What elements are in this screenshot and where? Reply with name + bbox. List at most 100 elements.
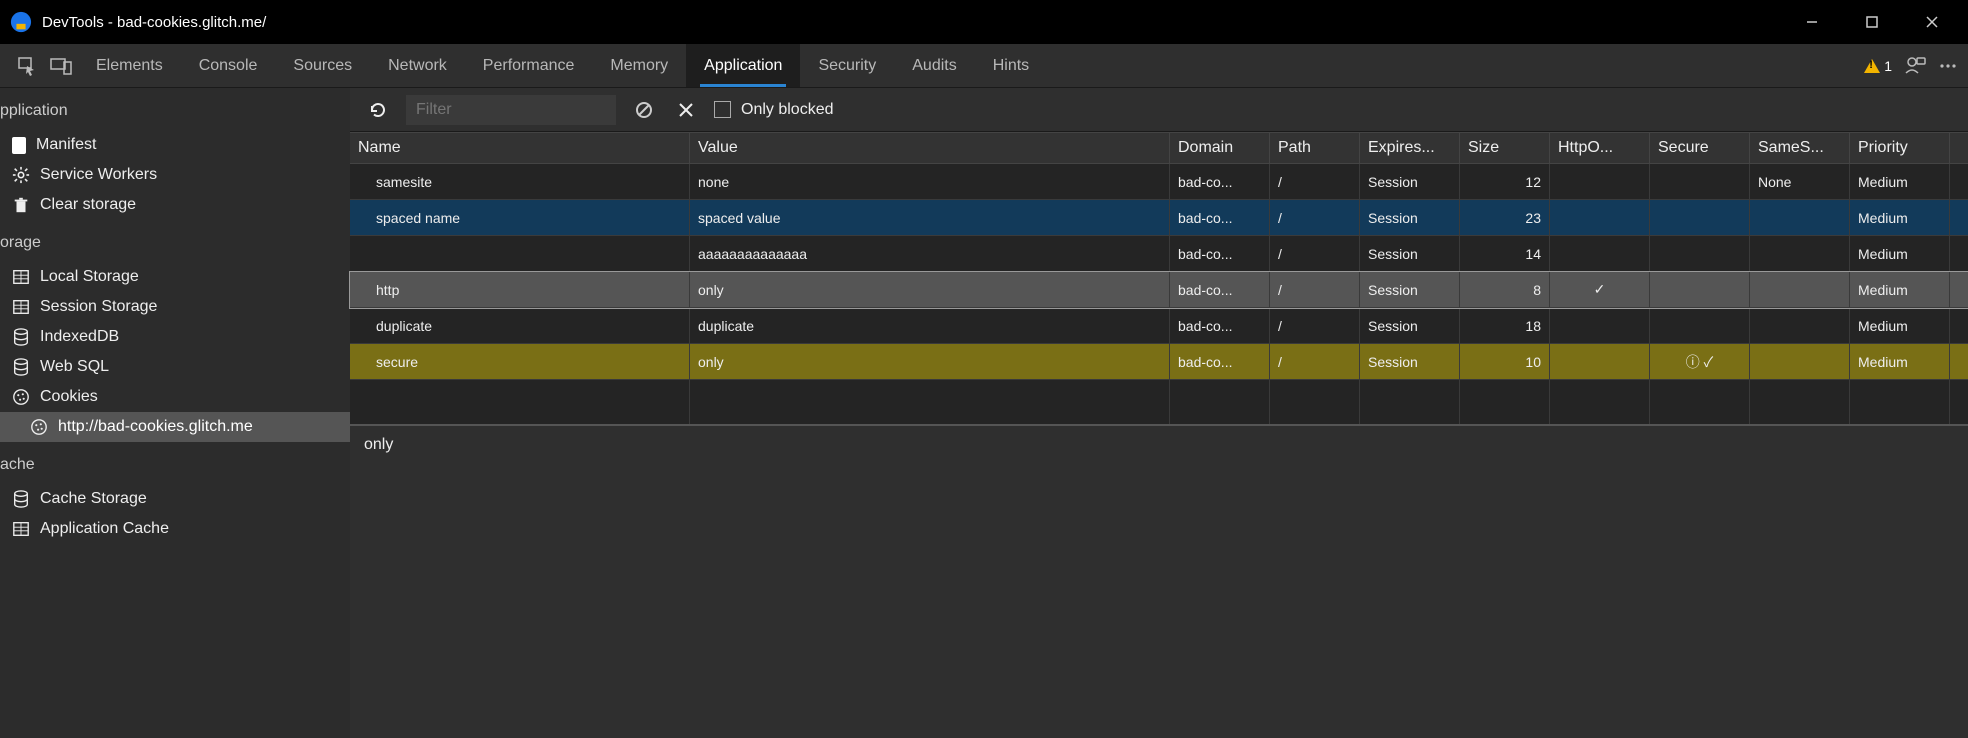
table-row[interactable]: duplicateduplicatebad-co.../Session18Med… bbox=[350, 308, 1968, 344]
cell-name: spaced name bbox=[350, 200, 690, 235]
cell-httponly bbox=[1550, 344, 1650, 379]
cell-size: 10 bbox=[1460, 344, 1550, 379]
warnings-badge[interactable]: 1 bbox=[1864, 58, 1892, 74]
cell-priority: Medium bbox=[1850, 308, 1950, 343]
cell-domain: bad-co... bbox=[1170, 164, 1270, 199]
cell-samesite bbox=[1750, 200, 1850, 235]
tab-memory[interactable]: Memory bbox=[592, 44, 686, 87]
cell-path: / bbox=[1270, 164, 1360, 199]
sidebar-cookie-origin-selected[interactable]: http://bad-cookies.glitch.me bbox=[0, 412, 350, 442]
th-name[interactable]: Name bbox=[350, 133, 690, 163]
window-title: DevTools - bad-cookies.glitch.me/ bbox=[42, 14, 266, 31]
devtools-tabs: Elements Console Sources Network Perform… bbox=[0, 44, 1968, 88]
cell-samesite bbox=[1750, 308, 1850, 343]
sidebar-item-local-storage[interactable]: Local Storage bbox=[0, 262, 350, 292]
cell-secure bbox=[1650, 164, 1750, 199]
database-icon bbox=[12, 358, 30, 376]
cell-name bbox=[350, 236, 690, 271]
cell-expires: Session bbox=[1360, 308, 1460, 343]
more-menu-icon[interactable] bbox=[1938, 56, 1958, 76]
cell-domain: bad-co... bbox=[1170, 308, 1270, 343]
cell-path: / bbox=[1270, 272, 1360, 307]
tab-audits[interactable]: Audits bbox=[894, 44, 974, 87]
th-domain[interactable]: Domain bbox=[1170, 133, 1270, 163]
sidebar-item-manifest[interactable]: Manifest bbox=[0, 130, 350, 160]
th-priority[interactable]: Priority bbox=[1850, 133, 1950, 163]
cell-priority: Medium bbox=[1850, 344, 1950, 379]
inspect-element-icon[interactable] bbox=[10, 44, 44, 87]
titlebar: DevTools - bad-cookies.glitch.me/ bbox=[0, 0, 1968, 44]
cell-samesite: None bbox=[1750, 164, 1850, 199]
tab-hints[interactable]: Hints bbox=[975, 44, 1047, 87]
cell-secure: ⓘ ✓ bbox=[1650, 344, 1750, 379]
tab-performance[interactable]: Performance bbox=[465, 44, 593, 87]
close-button[interactable] bbox=[1902, 0, 1962, 44]
sidebar-item-cookies[interactable]: Cookies bbox=[0, 382, 350, 412]
table-row[interactable]: samesitenonebad-co.../Session12NoneMediu… bbox=[350, 164, 1968, 200]
tab-console[interactable]: Console bbox=[181, 44, 276, 87]
tab-elements[interactable]: Elements bbox=[78, 44, 181, 87]
tab-security[interactable]: Security bbox=[800, 44, 894, 87]
cell-secure bbox=[1650, 272, 1750, 307]
cell-value: duplicate bbox=[690, 308, 1170, 343]
tab-sources[interactable]: Sources bbox=[275, 44, 370, 87]
table-row[interactable]: aaaaaaaaaaaaaabad-co.../Session14Medium bbox=[350, 236, 1968, 272]
th-value[interactable]: Value bbox=[690, 133, 1170, 163]
only-blocked-checkbox[interactable]: Only blocked bbox=[714, 101, 834, 119]
cell-secure bbox=[1650, 236, 1750, 271]
tab-application[interactable]: Application bbox=[686, 44, 800, 87]
cookie-detail-value: only bbox=[364, 436, 393, 453]
sidebar-group-cache: ache bbox=[0, 442, 350, 484]
cookie-icon bbox=[12, 388, 30, 406]
cell-size: 8 bbox=[1460, 272, 1550, 307]
th-path[interactable]: Path bbox=[1270, 133, 1360, 163]
cell-httponly bbox=[1550, 200, 1650, 235]
cell-size: 18 bbox=[1460, 308, 1550, 343]
cell-priority: Medium bbox=[1850, 236, 1950, 271]
th-httponly[interactable]: HttpO... bbox=[1550, 133, 1650, 163]
cell-value: spaced value bbox=[690, 200, 1170, 235]
th-secure[interactable]: Secure bbox=[1650, 133, 1750, 163]
delete-selected-button[interactable] bbox=[672, 96, 700, 124]
gear-icon bbox=[12, 166, 30, 184]
clear-all-button[interactable] bbox=[630, 96, 658, 124]
cookie-icon bbox=[30, 418, 48, 436]
sidebar-item-cache-storage[interactable]: Cache Storage bbox=[0, 484, 350, 514]
maximize-button[interactable] bbox=[1842, 0, 1902, 44]
devtools-app-icon bbox=[10, 11, 32, 33]
cell-httponly bbox=[1550, 308, 1650, 343]
th-size[interactable]: Size bbox=[1460, 133, 1550, 163]
cell-name: secure bbox=[350, 344, 690, 379]
minimize-button[interactable] bbox=[1782, 0, 1842, 44]
cookies-toolbar: Only blocked bbox=[350, 88, 1968, 132]
sidebar-item-clear-storage[interactable]: Clear storage bbox=[0, 190, 350, 220]
device-toolbar-icon[interactable] bbox=[44, 44, 78, 87]
cell-samesite bbox=[1750, 272, 1850, 307]
sidebar-item-service-workers[interactable]: Service Workers bbox=[0, 160, 350, 190]
sidebar-group-storage: orage bbox=[0, 220, 350, 262]
sidebar-item-application-cache[interactable]: Application Cache bbox=[0, 514, 350, 544]
th-expires[interactable]: Expires... bbox=[1360, 133, 1460, 163]
cell-domain: bad-co... bbox=[1170, 200, 1270, 235]
table-row[interactable]: secureonlybad-co.../Session10ⓘ ✓Medium bbox=[350, 344, 1968, 380]
sidebar-item-indexeddb[interactable]: IndexedDB bbox=[0, 322, 350, 352]
tab-network[interactable]: Network bbox=[370, 44, 465, 87]
cell-httponly bbox=[1550, 236, 1650, 271]
sidebar-item-websql[interactable]: Web SQL bbox=[0, 352, 350, 382]
warnings-count: 1 bbox=[1884, 58, 1892, 74]
filter-input[interactable] bbox=[406, 95, 616, 125]
cell-size: 14 bbox=[1460, 236, 1550, 271]
page-icon bbox=[12, 137, 26, 154]
cell-path: / bbox=[1270, 344, 1360, 379]
cell-path: / bbox=[1270, 308, 1360, 343]
cell-value: only bbox=[690, 272, 1170, 307]
table-row[interactable]: spaced namespaced valuebad-co.../Session… bbox=[350, 200, 1968, 236]
table-row[interactable]: httponlybad-co.../Session8✓Medium bbox=[350, 272, 1968, 308]
refresh-button[interactable] bbox=[364, 96, 392, 124]
sidebar-item-session-storage[interactable]: Session Storage bbox=[0, 292, 350, 322]
checkbox-icon bbox=[714, 101, 731, 118]
grid-icon bbox=[12, 268, 30, 286]
cell-path: / bbox=[1270, 236, 1360, 271]
th-samesite[interactable]: SameS... bbox=[1750, 133, 1850, 163]
feedback-icon[interactable] bbox=[1904, 55, 1926, 77]
